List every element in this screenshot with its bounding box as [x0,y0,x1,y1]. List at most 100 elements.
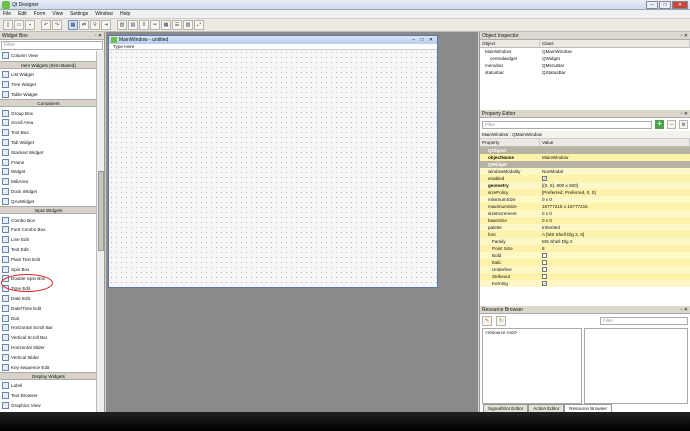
widget-item-scroll-area[interactable]: Scroll Area [0,118,97,128]
widget-item-list-widget[interactable]: List Widget [0,70,97,80]
widget-item-spin-box[interactable]: Spin Box [0,264,97,274]
property-value[interactable]: 0 x 0 [540,196,690,203]
property-row[interactable]: palette Inherited [480,224,690,231]
close-button[interactable]: ✕ [672,1,688,9]
property-value[interactable]: 16777215 x 16777215 [540,203,690,210]
widget-item-vertical-slider[interactable]: Vertical Slider [0,352,97,362]
widget-item-graphics-view[interactable]: Graphics View [0,401,97,411]
object-row[interactable]: statusbar QStatusBar [480,69,690,76]
adjust-size-icon[interactable]: ⤢ [194,20,204,30]
widget-item-group-box[interactable]: Group Box [0,108,97,118]
tab-signal-slot-editor[interactable]: Signal/Slot Editor [483,404,529,412]
property-value[interactable]: A [MS Shell Dlg 2, 8] [540,231,690,238]
property-row[interactable]: font A [MS Shell Dlg 2, 8] [480,231,690,238]
widget-item-text-browser[interactable]: Text Browser [0,391,97,401]
dock-close-icon[interactable]: ▫ ✕ [681,306,688,314]
menu-edit[interactable]: Edit [18,11,27,17]
menu-window[interactable]: Window [95,11,113,17]
resource-contents-panel[interactable] [584,328,688,404]
property-row[interactable]: Italic [480,259,690,266]
widget-item-tab-widget[interactable]: Tab Widget [0,138,97,148]
edit-buddies-icon[interactable]: ⚲ [90,20,100,30]
property-value[interactable] [540,259,690,266]
widget-item-text-edit[interactable]: Text Edit [0,245,97,255]
menu-file[interactable]: File [3,11,11,17]
layout-vertical-icon[interactable]: ▤ [128,20,138,30]
widget-item-font-combo-box[interactable]: Font Combo Box [0,225,97,235]
property-row[interactable]: baseSize 0 x 0 [480,217,690,224]
new-icon[interactable]: ▯ [3,20,13,30]
property-row[interactable]: minimumSize 0 x 0 [480,196,690,203]
save-icon[interactable]: ▪ [25,20,35,30]
widget-item-vertical-scroll-bar[interactable]: Vertical Scroll Bar [0,333,97,343]
widget-item-label[interactable]: Label [0,381,97,391]
menu-help[interactable]: Help [120,11,130,17]
widget-item-horizontal-slider[interactable]: Horizontal Slider [0,343,97,353]
layout-grid-icon[interactable]: ▦ [161,20,171,30]
property-row[interactable]: geometry [(0, 0), 800 x 600] [480,182,690,189]
dock-close-icon[interactable]: ▫ ✕ [681,110,688,118]
widget-item-tree-widget[interactable]: Tree Widget [0,80,97,90]
widget-category[interactable]: Item Widgets (Item-Based) [0,60,97,69]
property-checkbox[interactable] [542,260,547,266]
property-checkbox[interactable]: ✓ [542,281,547,287]
widget-item-tool-box[interactable]: Tool Box [0,128,97,138]
maximize-button[interactable]: □ [659,1,671,9]
widget-item-frame[interactable]: Frame [0,157,97,167]
column-header-value[interactable]: Value [540,139,690,146]
property-checkbox[interactable]: ✓ [542,176,547,182]
layout-split-horizontal-icon[interactable]: ‖ [139,20,149,30]
widget-item-date-edit[interactable]: Date Edit [0,294,97,304]
property-value[interactable] [540,252,690,259]
widget-item-mdiarea[interactable]: MdiArea [0,177,97,187]
property-checkbox[interactable] [542,274,547,280]
widget-item-date-time-edit[interactable]: Date/Time Edit [0,303,97,313]
add-dynamic-property-icon[interactable]: + [655,120,664,129]
widget-item-dock-widget[interactable]: Dock Widget [0,187,97,197]
property-row[interactable]: Underline [480,266,690,273]
property-filter-input[interactable]: Filter [482,120,652,129]
tab-resource-browser[interactable]: Resource Browser [564,404,613,412]
widget-box-filter-input[interactable]: Filter [1,41,103,50]
property-row[interactable]: Bold [480,252,690,259]
scrollbar-thumb[interactable] [98,171,104,251]
property-row[interactable]: Strikeout [480,273,690,280]
property-value[interactable]: 8 [540,245,690,252]
property-value[interactable]: ✓ [540,280,690,287]
property-row[interactable]: Kerning ✓ [480,280,690,287]
object-row[interactable]: MainWindow QMainWindow [480,48,690,55]
redo-icon[interactable]: ↷ [52,20,62,30]
property-category[interactable]: QObject [480,147,690,154]
property-value[interactable]: NonModal [540,168,690,175]
property-row[interactable]: enabled ✓ [480,175,690,182]
menu-settings[interactable]: Settings [70,11,88,17]
widget-item-stacked-widget[interactable]: Stacked Widget [0,147,97,157]
edit-signals-icon[interactable]: ⇄ [79,20,89,30]
form-window-titlebar[interactable]: MainWindow - untitled – □ ✕ [109,36,437,44]
property-row[interactable]: sizePolicy [Preferred, Preferred, 0, 0] [480,189,690,196]
widget-item-key-sequence-edit[interactable]: Key sequence Edit [0,362,97,372]
dock-close-icon[interactable]: ▫ ✕ [681,32,688,40]
configure-icon[interactable]: ⚙ [679,120,688,129]
widget-item-horizontal-scroll-bar[interactable]: Horizontal Scroll Bar [0,323,97,333]
layout-horizontal-icon[interactable]: ▥ [117,20,127,30]
property-value[interactable]: Inherited [540,224,690,231]
property-row[interactable]: Point Size 8 [480,245,690,252]
widget-item-line-edit[interactable]: Line Edit [0,235,97,245]
property-checkbox[interactable] [542,253,547,259]
widget-category[interactable]: Input Widgets [0,206,97,215]
column-header-object[interactable]: Object [480,40,540,47]
widget-item-dial[interactable]: Dial [0,313,97,323]
property-value[interactable]: ✓ [540,175,690,182]
edit-resources-icon[interactable]: ✎ [482,316,492,326]
property-row[interactable]: objectName MainWindow [480,154,690,161]
property-category[interactable]: QWidget [480,161,690,168]
widget-box-scrollbar[interactable] [96,51,104,412]
property-value[interactable]: [(0, 0), 800 x 600] [540,182,690,189]
widget-item-qaxwidget[interactable]: QAxWidget [0,196,97,206]
minimize-button[interactable]: – [646,1,658,9]
form-canvas-grid[interactable] [109,50,437,287]
layout-split-vertical-icon[interactable]: ═ [150,20,160,30]
column-header-class[interactable]: Class [540,40,690,47]
property-row[interactable]: windowModality NonModal [480,168,690,175]
